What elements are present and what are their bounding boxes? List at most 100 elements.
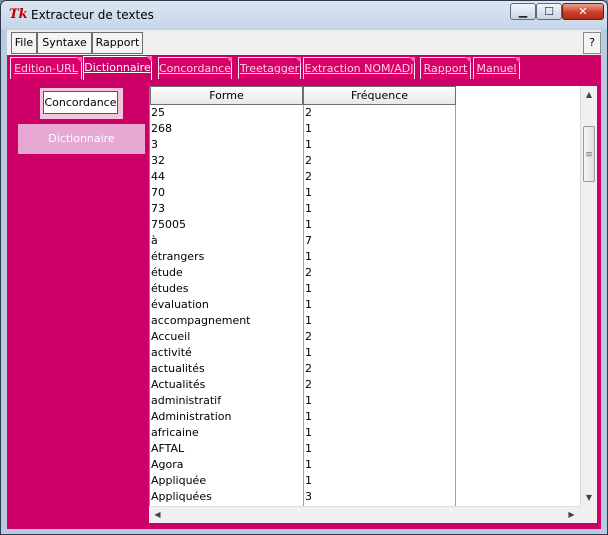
menu-syntaxe[interactable]: Syntaxe xyxy=(37,32,92,54)
dictionnaire-button[interactable]: Dictionnaire xyxy=(18,124,145,154)
cell-forme: administratif xyxy=(151,394,222,407)
cell-forme: accompagnement xyxy=(151,314,251,327)
cell-frequence: 2 xyxy=(305,378,312,391)
cell-frequence: 1 xyxy=(305,394,312,407)
table-row[interactable]: activité 1 xyxy=(150,345,455,361)
table-row[interactable]: Administration 1 xyxy=(150,409,455,425)
menu-rapport[interactable]: Rapport xyxy=(92,32,143,54)
cell-forme: 268 xyxy=(151,122,172,135)
cell-forme: Appliquées xyxy=(151,490,212,503)
tab-dictionnaire[interactable]: Dictionnaire xyxy=(83,56,152,80)
cell-frequence: 1 xyxy=(305,202,312,215)
scroll-right-arrow-icon[interactable]: ▶ xyxy=(563,507,580,523)
table-row[interactable]: 31 xyxy=(150,137,455,153)
table-row[interactable]: accompagnement 1 xyxy=(150,313,455,329)
cell-frequence: 7 xyxy=(305,234,312,247)
tab-corner-marker xyxy=(409,57,415,63)
cell-frequence: 3 xyxy=(305,490,312,503)
table-row[interactable]: administratif 1 xyxy=(150,393,455,409)
cell-forme: activité xyxy=(151,346,192,359)
tab-corner-marker xyxy=(76,57,82,63)
table-row[interactable]: Appliquées 3 xyxy=(150,489,455,505)
cell-forme: étrangers xyxy=(151,250,205,263)
vertical-scrollbar[interactable]: ▲ ≡ ▼ xyxy=(580,86,597,506)
tab-label: Rapport xyxy=(423,62,468,75)
cell-frequence: 1 xyxy=(305,410,312,423)
cell-frequence: 1 xyxy=(305,298,312,311)
table-row[interactable]: 268 1 xyxy=(150,121,455,137)
cell-frequence: 1 xyxy=(305,218,312,231)
cell-frequence: 1 xyxy=(305,442,312,455)
scroll-up-arrow-icon[interactable]: ▲ xyxy=(581,86,597,103)
cell-forme: études xyxy=(151,282,189,295)
cell-forme: étude xyxy=(151,266,183,279)
tab-label: Edition-URL xyxy=(14,62,78,75)
cell-frequence: 1 xyxy=(305,138,312,151)
concordance-button[interactable]: Concordance xyxy=(43,91,118,114)
table-row[interactable]: 73 1 xyxy=(150,201,455,217)
cell-frequence: 2 xyxy=(305,330,312,343)
cell-frequence: 2 xyxy=(305,266,312,279)
cell-forme: 3 xyxy=(151,138,158,151)
table-row[interactable]: AFTAL 1 xyxy=(150,441,455,457)
tab-label: Concordance xyxy=(159,62,231,75)
menu-file[interactable]: File xyxy=(11,32,37,54)
scroll-left-arrow-icon[interactable]: ◀ xyxy=(149,507,166,523)
help-button[interactable]: ? xyxy=(583,32,601,54)
table-row[interactable]: africaine 1 xyxy=(150,425,455,441)
frequency-table[interactable]: Forme Fréquence 25 2 268 1 3 1 32 2 44 2 70 1 73 1 750… xyxy=(149,86,581,506)
table-row[interactable]: étude 2 xyxy=(150,265,455,281)
column-header-frequence[interactable]: Fréquence xyxy=(303,86,456,105)
table-row[interactable]: 44 2 xyxy=(150,169,455,185)
table-row[interactable]: 70 1 xyxy=(150,185,455,201)
table-row[interactable]: évaluation 1 xyxy=(150,297,455,313)
cell-forme: 44 xyxy=(151,170,165,183)
cell-frequence: 2 xyxy=(305,106,312,119)
cell-forme: africaine xyxy=(151,426,199,439)
concordance-button-frame: Concordance xyxy=(40,88,123,119)
tab-concordance[interactable]: Concordance xyxy=(158,57,232,79)
tab-label: Extraction NOM/ADJ xyxy=(304,62,414,75)
close-button[interactable]: ✕ xyxy=(562,3,604,20)
cell-frequence: 1 xyxy=(305,282,312,295)
table-row[interactable]: Agora 1 xyxy=(150,457,455,473)
table-row[interactable]: 25 2 xyxy=(150,105,455,121)
scrollbar-corner xyxy=(580,506,597,523)
table-row[interactable]: actualités 2 xyxy=(150,361,455,377)
table-row[interactable]: à7 xyxy=(150,233,455,249)
tab-extraction-nom-adj[interactable]: Extraction NOM/ADJ xyxy=(303,57,415,79)
client-area: File Syntaxe Rapport ? Edition-URL Dicti… xyxy=(7,30,601,529)
app-window: Tk Extracteur de textes ▁ ☐ ✕ File Synta… xyxy=(0,0,608,535)
tab-corner-marker xyxy=(226,57,232,63)
cell-forme: Administration xyxy=(151,410,232,423)
table-row[interactable]: 75005 1 xyxy=(150,217,455,233)
tab-label: Treetagger xyxy=(239,62,300,75)
table-row[interactable]: Appliquée 1 xyxy=(150,473,455,489)
column-header-forme[interactable]: Forme xyxy=(150,86,303,105)
cell-forme: à xyxy=(151,234,158,247)
table-row[interactable]: Accueil 2 xyxy=(150,329,455,345)
cell-frequence: 1 xyxy=(305,250,312,263)
cell-forme: Appliquée xyxy=(151,474,207,487)
cell-forme: Agora xyxy=(151,458,184,471)
cell-forme: 25 xyxy=(151,106,165,119)
tab-label: Dictionnaire xyxy=(84,61,151,74)
cell-frequence: 1 xyxy=(305,314,312,327)
horizontal-scrollbar[interactable]: ◀ ▶ xyxy=(149,506,580,523)
table-row[interactable]: études 1 xyxy=(150,281,455,297)
minimize-button[interactable]: ▁ xyxy=(510,3,536,20)
cell-frequence: 2 xyxy=(305,170,312,183)
tab-rapport[interactable]: Rapport xyxy=(420,57,471,79)
title-bar[interactable]: Tk Extracteur de textes ▁ ☐ ✕ xyxy=(1,1,607,29)
scrollbar-thumb[interactable]: ≡ xyxy=(583,126,595,182)
table-row[interactable]: 32 2 xyxy=(150,153,455,169)
scroll-down-arrow-icon[interactable]: ▼ xyxy=(581,489,597,506)
cell-forme: 75005 xyxy=(151,218,186,231)
maximize-button[interactable]: ☐ xyxy=(536,3,562,20)
table-row[interactable]: étrangers 1 xyxy=(150,249,455,265)
tab-edition-url[interactable]: Edition-URL xyxy=(10,57,82,79)
table-row[interactable]: Actualités 2 xyxy=(150,377,455,393)
tab-treetagger[interactable]: Treetagger xyxy=(238,57,301,79)
cell-forme: 70 xyxy=(151,186,165,199)
tab-manuel[interactable]: Manuel xyxy=(473,57,520,79)
